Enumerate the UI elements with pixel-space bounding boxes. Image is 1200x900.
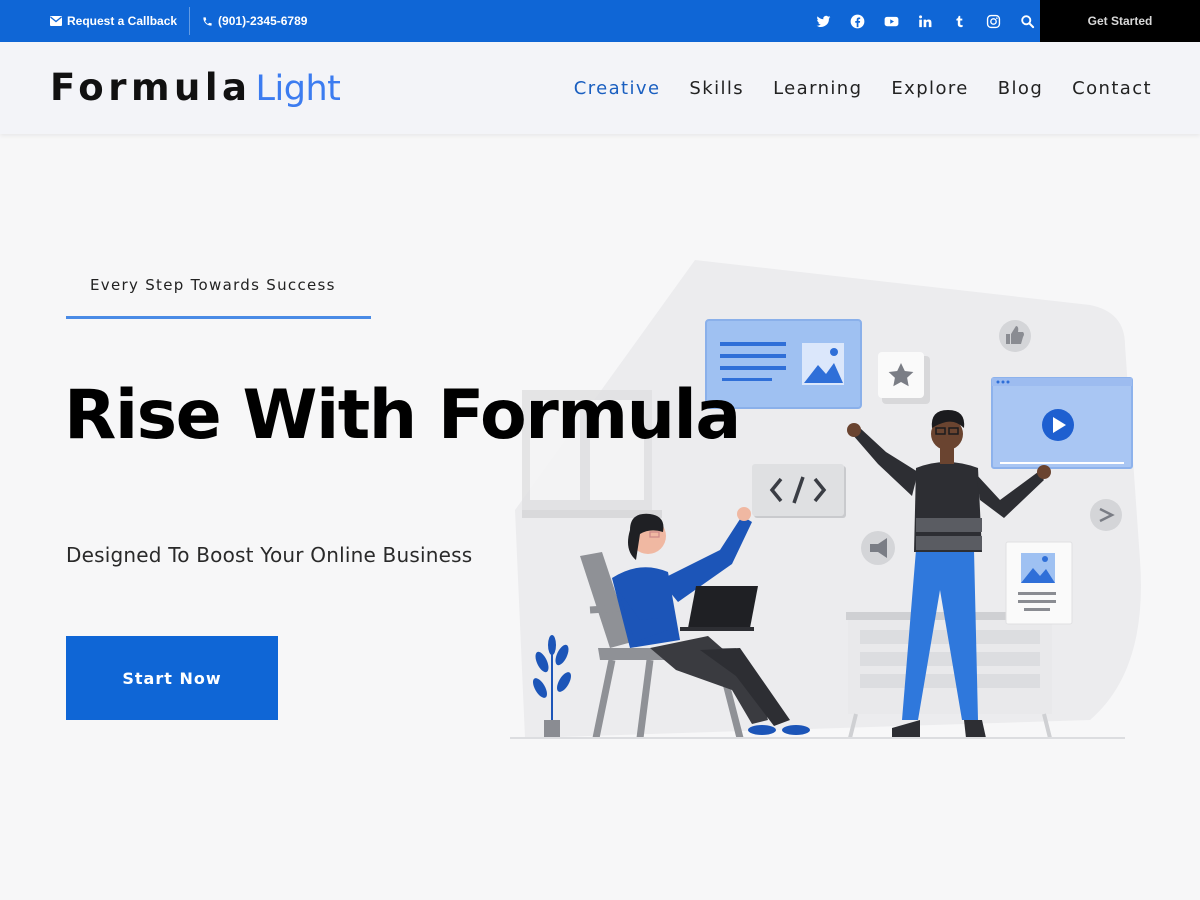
nav-creative[interactable]: Creative (574, 78, 661, 99)
phone-link[interactable]: (901)-2345-6789 (202, 14, 307, 28)
main-nav: Creative Skills Learning Explore Blog Co… (574, 42, 1152, 134)
document-card-illustration (1005, 541, 1073, 625)
facebook-icon[interactable] (845, 9, 869, 33)
youtube-icon[interactable] (879, 9, 903, 33)
request-callback-label: Request a Callback (67, 14, 178, 28)
request-callback-link[interactable]: Request a Callback (50, 14, 177, 28)
nav-skills[interactable]: Skills (689, 78, 744, 99)
envelope-icon (50, 16, 62, 26)
tagline-underline (66, 316, 371, 319)
video-card-illustration (991, 377, 1133, 469)
megaphone-bubble-illustration (861, 531, 895, 565)
hero-subheadline: Designed To Boost Your Online Business (66, 543, 473, 567)
start-now-button[interactable]: Start Now (66, 636, 278, 720)
social-icons (806, 0, 1044, 42)
nav-learning[interactable]: Learning (773, 78, 862, 99)
share-bubble-illustration (1090, 499, 1122, 531)
hero-headline: Rise With Formula (64, 376, 741, 455)
phone-icon (203, 16, 212, 26)
site-logo[interactable]: Formula Light (50, 62, 341, 114)
site-header: Formula Light Creative Skills Learning E… (0, 42, 1200, 134)
floor-line (510, 737, 1125, 739)
top-bar: Request a Callback (901)-2345-6789 Get S… (0, 0, 1200, 42)
top-bar-contact: Request a Callback (901)-2345-6789 (50, 0, 307, 42)
get-started-button[interactable]: Get Started (1040, 0, 1200, 42)
nav-contact[interactable]: Contact (1072, 78, 1152, 99)
search-icon[interactable] (1015, 9, 1039, 33)
nav-explore[interactable]: Explore (891, 78, 968, 99)
hero-illustration (510, 260, 1141, 739)
nav-blog[interactable]: Blog (998, 78, 1043, 99)
like-bubble-illustration (999, 320, 1031, 352)
logo-main-text: Formula (50, 66, 252, 109)
divider (189, 7, 191, 35)
logo-accent-text: Light (255, 69, 341, 109)
linkedin-icon[interactable] (913, 9, 937, 33)
instagram-icon[interactable] (981, 9, 1005, 33)
star-card-illustration (878, 352, 930, 404)
phone-number: (901)-2345-6789 (218, 14, 308, 28)
hero-tagline: Every Step Towards Success (90, 276, 336, 294)
code-card-illustration (752, 464, 846, 518)
tumblr-icon[interactable] (947, 9, 971, 33)
twitter-icon[interactable] (811, 9, 835, 33)
